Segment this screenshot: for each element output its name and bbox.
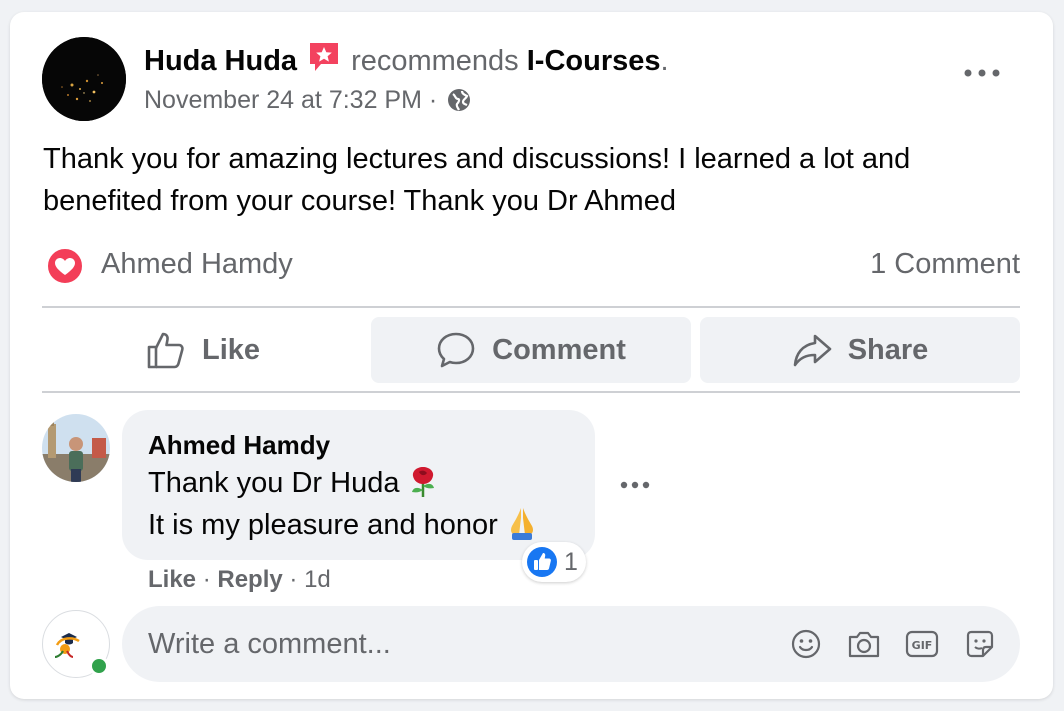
comment-reply-link[interactable]: Reply: [217, 566, 282, 593]
comment-like-count: 1: [564, 547, 578, 576]
globe-icon: [446, 87, 472, 113]
page-name[interactable]: I-Courses: [527, 45, 661, 77]
action-separator: ·: [202, 566, 211, 593]
online-status-dot: [89, 656, 109, 676]
svg-text:GIF: GIF: [912, 639, 933, 652]
period: .: [660, 45, 669, 77]
divider: [42, 391, 1020, 393]
share-button[interactable]: Share: [700, 317, 1020, 383]
smile-icon[interactable]: [788, 626, 824, 662]
recommends-text: recommends: [351, 45, 519, 77]
post-timestamp[interactable]: November 24 at 7:32 PM: [144, 86, 422, 114]
comment-bubble: Ahmed Hamdy Thank you Dr Huda It is my p…: [122, 410, 595, 560]
comment-age[interactable]: 1d: [304, 566, 331, 593]
like-button[interactable]: Like: [42, 317, 364, 383]
author-name[interactable]: Huda Huda: [144, 45, 297, 77]
commenter-avatar[interactable]: [42, 414, 110, 482]
like-reaction-icon: [527, 547, 557, 577]
comment-line-2: It is my pleasure and honor: [148, 506, 538, 549]
reaction-summary: Ahmed Hamdy 1 Comment: [43, 244, 1020, 286]
gif-icon[interactable]: GIF: [904, 626, 940, 662]
comment-text-2: It is my pleasure and honor: [148, 509, 498, 541]
comment-like-link[interactable]: Like: [148, 566, 196, 593]
post-header: Huda Huda recommends I-Courses.: [144, 40, 669, 79]
comment-count[interactable]: 1 Comment: [870, 246, 1020, 282]
reactor-name[interactable]: Ahmed Hamdy: [101, 246, 293, 282]
action-separator: ·: [289, 566, 298, 593]
comment-label: Comment: [492, 333, 626, 366]
post-text: Thank you for amazing lectures and discu…: [43, 143, 911, 217]
like-label: Like: [201, 333, 261, 366]
camera-icon[interactable]: [846, 626, 882, 662]
comment-more-icon[interactable]: [615, 472, 655, 498]
author-avatar[interactable]: [42, 37, 126, 121]
comment-button[interactable]: Comment: [371, 317, 691, 383]
comment-reaction-badge[interactable]: 1: [522, 542, 586, 582]
share-icon: [793, 334, 831, 367]
comment-actions: Like · Reply · 1d: [148, 564, 331, 596]
comment-composer: GIF: [122, 606, 1020, 682]
rose-icon: [407, 464, 439, 507]
love-reaction-icon[interactable]: [45, 246, 85, 286]
more-icon[interactable]: [960, 58, 1004, 88]
divider: [42, 306, 1020, 308]
folded-hands-icon: [506, 506, 538, 549]
post-meta: November 24 at 7:32 PM ·: [144, 84, 472, 116]
meta-separator: ·: [428, 86, 438, 114]
sticker-icon[interactable]: [962, 626, 998, 662]
recommend-icon: [307, 40, 341, 74]
comment-input[interactable]: [148, 625, 748, 663]
like-icon: [147, 332, 184, 369]
share-label: Share: [847, 333, 929, 366]
comment-line-1: Thank you Dr Huda: [148, 464, 439, 507]
comment-text-1: Thank you Dr Huda: [148, 467, 400, 499]
comment-icon: [437, 332, 475, 368]
comment-author[interactable]: Ahmed Hamdy: [148, 428, 330, 462]
